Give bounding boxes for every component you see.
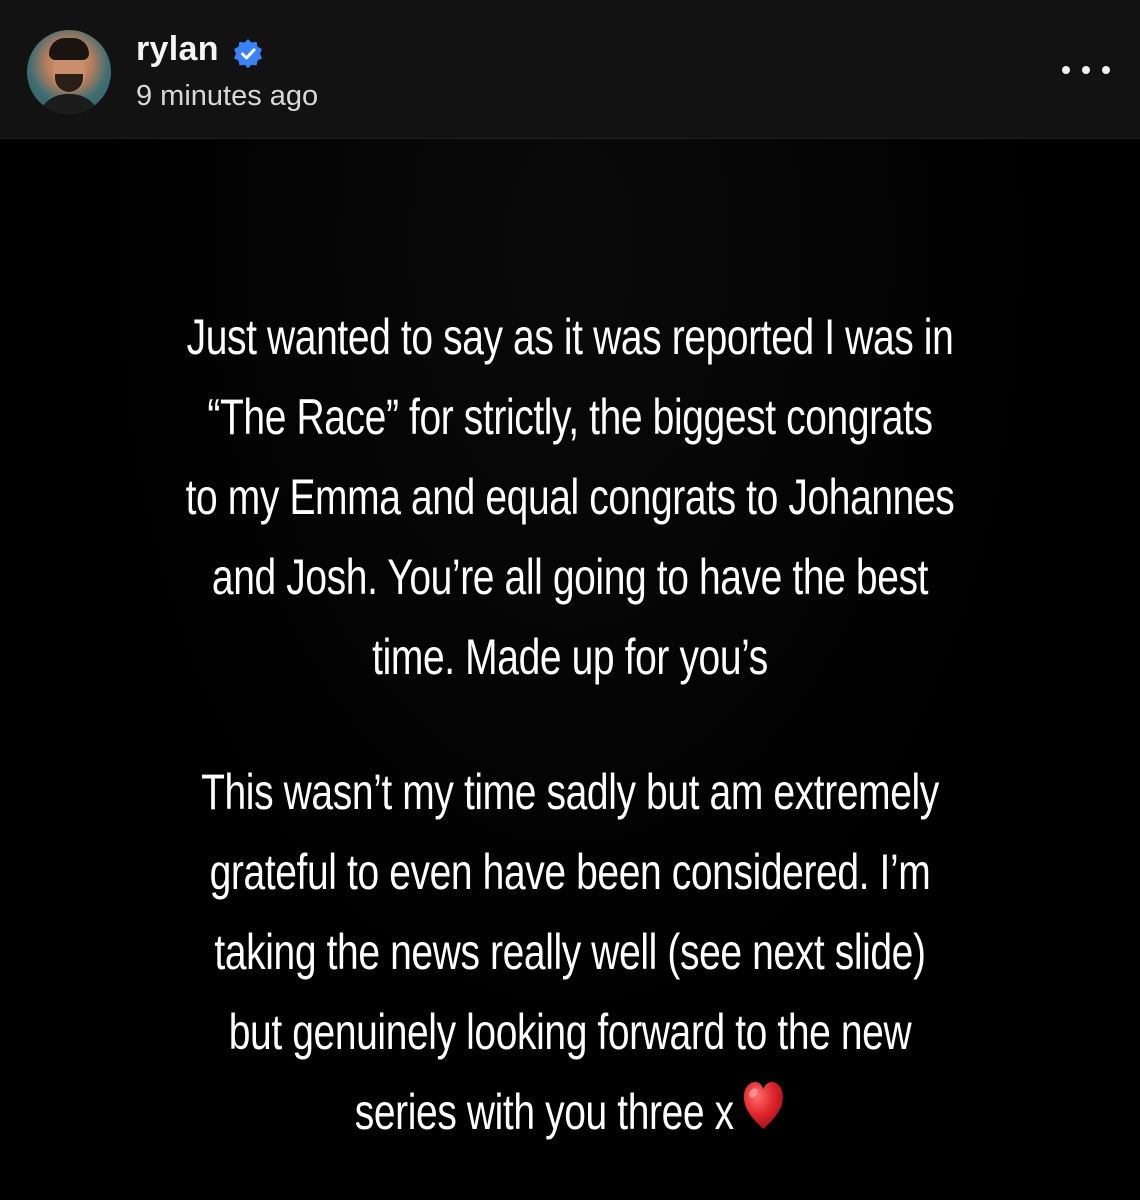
- story-line: grateful to even have been considered. I…: [209, 844, 931, 900]
- story-line: This wasn’t my time sadly but am extreme…: [201, 764, 939, 820]
- story-line: but genuinely looking forward to the new: [228, 1004, 912, 1060]
- story-paragraph-2: This wasn’t my time sadly but am extreme…: [157, 752, 984, 1152]
- verified-badge-icon: [234, 39, 262, 69]
- story-paragraph-1: Just wanted to say as it was reported I …: [157, 297, 984, 697]
- heart-icon: [743, 1082, 783, 1129]
- story-line: “The Race” for strictly, the biggest con…: [207, 389, 933, 445]
- avatar-shoulders: [37, 94, 101, 114]
- story-line: and Josh. You’re all going to have the b…: [211, 549, 929, 605]
- avatar[interactable]: [27, 30, 111, 114]
- username[interactable]: rylan: [136, 30, 219, 69]
- more-dot: [1062, 66, 1070, 74]
- story-line-text: series with you three x: [354, 1084, 734, 1140]
- story-line: time. Made up for you’s: [372, 629, 768, 685]
- story-line-last: series with you three x: [157, 1072, 984, 1152]
- story-header: rylan 9 minutes ago: [0, 0, 1140, 139]
- timestamp: 9 minutes ago: [136, 80, 319, 112]
- story-line: to my Emma and equal congrats to Johanne…: [185, 469, 955, 525]
- story-line: Just wanted to say as it was reported I …: [186, 309, 954, 365]
- avatar-hair: [49, 38, 89, 60]
- more-dot: [1102, 66, 1110, 74]
- more-options-icon[interactable]: [1056, 54, 1116, 84]
- more-dot: [1082, 66, 1090, 74]
- story-line: taking the news really well (see next sl…: [214, 924, 926, 980]
- story-content[interactable]: Just wanted to say as it was reported I …: [0, 139, 1140, 1200]
